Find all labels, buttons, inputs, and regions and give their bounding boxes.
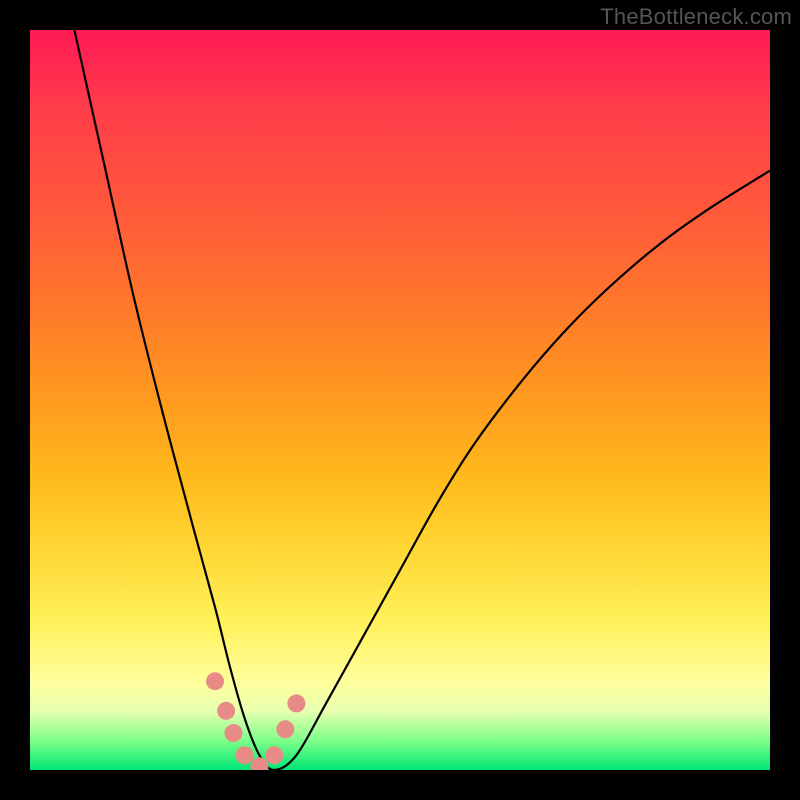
fit-marker bbox=[250, 757, 268, 770]
bottleneck-curve-path bbox=[74, 30, 770, 770]
fit-marker bbox=[276, 720, 294, 738]
fit-marker bbox=[206, 672, 224, 690]
fit-marker bbox=[217, 702, 235, 720]
fit-marker bbox=[265, 746, 283, 764]
bottleneck-curve-svg bbox=[30, 30, 770, 770]
fit-marker bbox=[225, 724, 243, 742]
fit-marker bbox=[236, 746, 254, 764]
watermark-text: TheBottleneck.com bbox=[600, 4, 792, 30]
fit-markers bbox=[206, 672, 305, 770]
chart-plot-area bbox=[30, 30, 770, 770]
chart-frame: TheBottleneck.com bbox=[0, 0, 800, 800]
fit-marker bbox=[287, 694, 305, 712]
